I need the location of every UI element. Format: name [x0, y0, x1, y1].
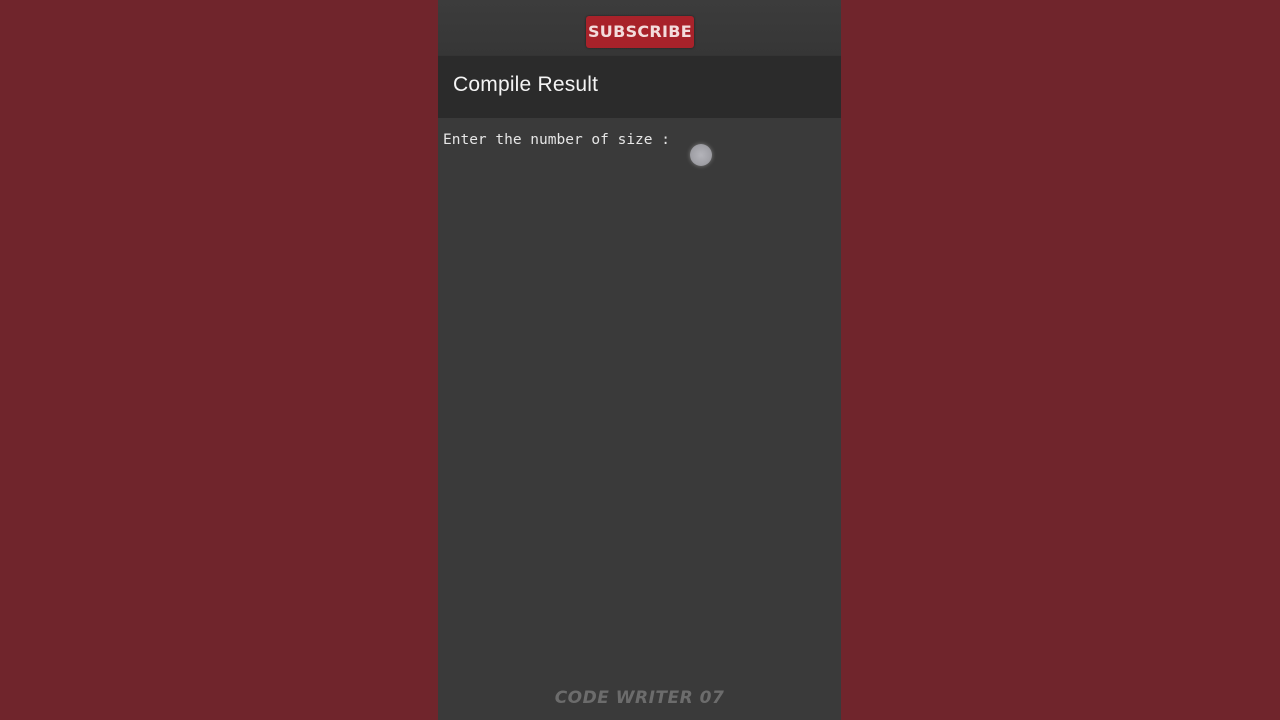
app-bar: Compile Result [438, 56, 841, 118]
console-output-area[interactable]: Enter the number of size : [438, 118, 841, 688]
page-title: Compile Result [453, 73, 599, 96]
watermark: CODE WRITER 07 [554, 688, 725, 708]
subscribe-button[interactable]: SUBSCRIBE [586, 16, 694, 48]
phone-screen: SUBSCRIBE Compile Result Enter the numbe… [438, 0, 841, 720]
console-output-line: Enter the number of size : [443, 132, 670, 148]
touch-indicator-icon [690, 144, 712, 166]
video-overlay-bar: SUBSCRIBE [438, 0, 841, 56]
